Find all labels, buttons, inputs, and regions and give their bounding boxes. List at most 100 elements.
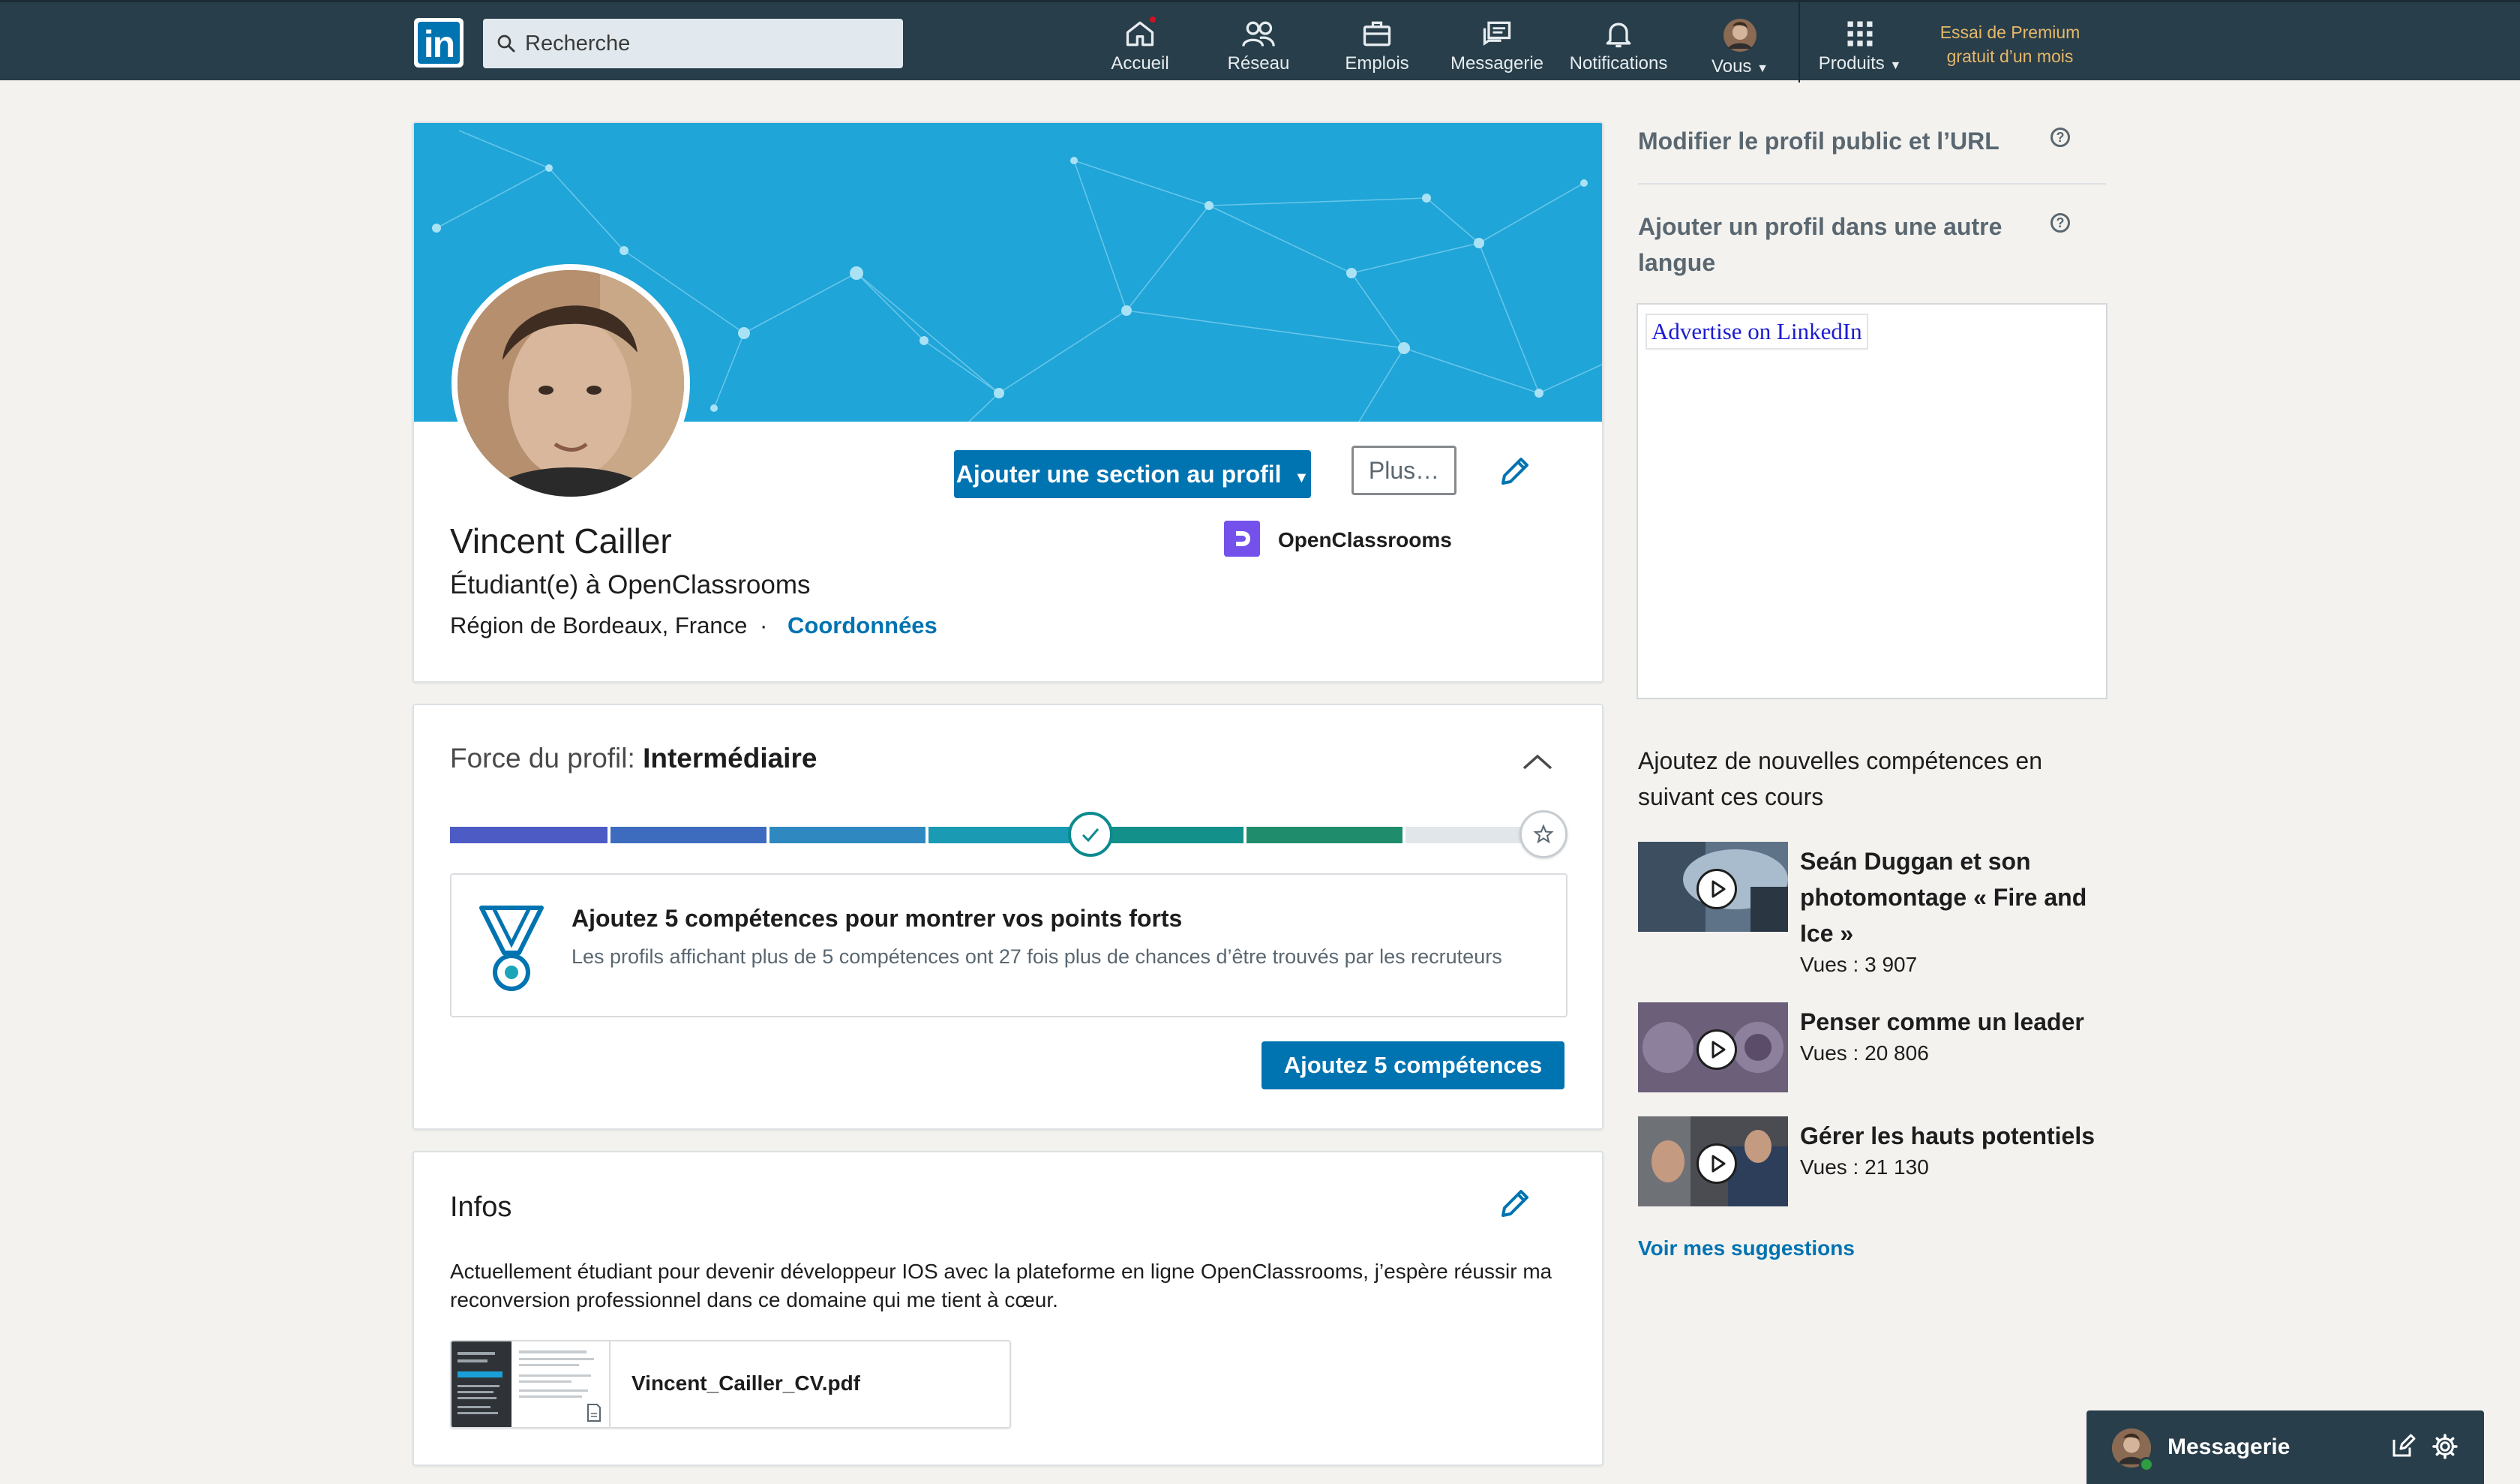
star-icon — [1533, 824, 1554, 844]
strength-tip: Ajoutez 5 compétences pour montrer vos p… — [450, 873, 1568, 1017]
course-title[interactable]: Gérer les hauts potentiels — [1800, 1118, 2095, 1154]
about-card: Infos Actuellement étudiant pour devenir… — [412, 1151, 1604, 1466]
course-thumbnail[interactable] — [1638, 842, 1788, 932]
profile-location: Région de Bordeaux, France · — [450, 612, 773, 639]
ad-slot: Advertise on LinkedIn — [1636, 303, 2108, 699]
cv-attachment[interactable]: Vincent_Cailler_CV.pdf — [450, 1340, 1011, 1428]
search-placeholder: Recherche — [525, 32, 631, 56]
help-icon[interactable]: ? — [2050, 213, 2070, 233]
openclassrooms-logo[interactable] — [1224, 521, 1260, 557]
messaging-label: Messagerie — [2168, 1434, 2290, 1459]
chevron-down-icon: ▼ — [1889, 59, 1902, 72]
profile-strength-card: Force du profil: Intermédiaire Ajoutez 5… — [412, 704, 1604, 1130]
contact-info-link[interactable]: Coordonnées — [788, 612, 938, 639]
profile-strength-title: Force du profil: Intermédiaire — [450, 743, 817, 774]
cv-thumbnail — [452, 1341, 610, 1427]
advertise-link[interactable]: Advertise on LinkedIn — [1646, 314, 1868, 350]
nav-item-me[interactable]: Vous ▼ — [1695, 13, 1785, 77]
top-navbar: in Recherche Accueil Réseau Emplois Mess… — [0, 0, 2520, 83]
edit-intro-pencil-icon[interactable] — [1497, 453, 1533, 489]
see-suggestions-link[interactable]: Voir mes suggestions — [1638, 1236, 1855, 1260]
profile-top-card: Ajouter une section au profil ▼ Plus… Vi… — [412, 122, 1604, 683]
network-icon — [1242, 21, 1275, 47]
more-button[interactable]: Plus… — [1352, 446, 1456, 495]
meter-segment — [610, 827, 766, 843]
briefcase-icon — [1363, 21, 1391, 47]
cv-preview-image — [452, 1341, 609, 1427]
courses-title: Ajoutez de nouvelles compétences en suiv… — [1638, 747, 2043, 810]
chevron-down-icon: ▼ — [1756, 62, 1768, 75]
nav-label-products: Produits ▼ — [1818, 53, 1902, 74]
profile-headline: Étudiant(e) à OpenClassrooms — [450, 570, 811, 599]
company-name[interactable]: OpenClassrooms — [1278, 528, 1452, 552]
messaging-icon — [1483, 21, 1511, 46]
profile-location-text: Région de Bordeaux, France — [450, 612, 748, 638]
nav-label-network: Réseau — [1227, 53, 1290, 74]
nav-label-messaging: Messagerie — [1450, 53, 1544, 74]
course-thumbnail[interactable] — [1638, 1116, 1788, 1206]
notification-dot — [1148, 14, 1158, 25]
settings-gear-icon[interactable] — [2432, 1433, 2458, 1460]
nav-separator — [1798, 2, 1800, 83]
course-title[interactable]: Penser comme un leader — [1800, 1004, 2084, 1040]
about-title: Infos — [450, 1191, 512, 1223]
online-status-dot — [2139, 1457, 2154, 1472]
grid-icon — [1847, 21, 1873, 47]
premium-line-2: gratuit d’un mois — [1946, 47, 2074, 66]
nav-item-home[interactable]: Accueil — [1095, 13, 1185, 77]
compose-icon[interactable] — [2390, 1433, 2416, 1460]
add-language-profile-link[interactable]: Ajouter un profil dans une autre langue — [1638, 209, 2043, 281]
nav-item-products[interactable]: Produits ▼ — [1808, 13, 1912, 77]
course-title[interactable]: Seán Duggan et son photomontage « Fire a… — [1800, 843, 2115, 951]
nav-label-me: Vous ▼ — [1712, 56, 1768, 77]
search-input[interactable]: Recherche — [483, 19, 903, 68]
nav-item-network[interactable]: Réseau — [1214, 13, 1304, 77]
course-thumbnail[interactable] — [1638, 1002, 1788, 1092]
search-icon — [497, 35, 515, 53]
strength-label: Force du profil: — [450, 743, 635, 774]
linkedin-logo[interactable]: in — [414, 18, 464, 68]
premium-line-1: Essai de Premium — [1940, 23, 2080, 42]
play-icon — [1696, 1143, 1737, 1184]
nav-label-jobs: Emplois — [1345, 53, 1409, 74]
openclassrooms-logo-mark — [1224, 521, 1260, 557]
linkedin-logo-text: in — [418, 22, 460, 65]
nav-label-home: Accueil — [1111, 53, 1169, 74]
meter-segment — [1246, 827, 1402, 843]
meter-goal-marker — [1520, 810, 1568, 858]
profile-photo — [458, 270, 684, 497]
cv-file-name: Vincent_Cailler_CV.pdf — [632, 1371, 861, 1395]
avatar-icon — [1724, 19, 1756, 52]
add-profile-section-button[interactable]: Ajouter une section au profil ▼ — [954, 450, 1311, 498]
bell-icon — [1606, 23, 1631, 48]
tip-title: Ajoutez 5 compétences pour montrer vos p… — [572, 905, 1183, 932]
course-views: Vues : 20 806 — [1800, 1041, 1929, 1065]
nav-label-notifications: Notifications — [1569, 53, 1668, 74]
add-profile-section-label: Ajouter une section au profil — [956, 460, 1282, 488]
messaging-dock[interactable]: Messagerie — [2086, 1410, 2484, 1484]
medal-icon — [479, 906, 544, 991]
course-views: Vues : 21 130 — [1800, 1155, 1929, 1179]
rail-divider — [1638, 183, 2106, 185]
strength-level: Intermédiaire — [643, 743, 818, 774]
profile-avatar[interactable] — [452, 264, 690, 503]
play-icon — [1696, 869, 1737, 909]
help-icon[interactable]: ? — [2050, 128, 2070, 147]
nav-item-notifications[interactable]: Notifications — [1563, 13, 1674, 77]
nav-item-jobs[interactable]: Emplois — [1332, 13, 1422, 77]
location-separator: · — [759, 612, 768, 638]
about-text: Actuellement étudiant pour devenir dével… — [450, 1260, 1552, 1311]
premium-trial-link[interactable]: Essai de Premium gratuit d’un mois — [1920, 20, 2100, 68]
edit-about-pencil-icon[interactable] — [1497, 1185, 1533, 1221]
nav-item-messaging[interactable]: Messagerie — [1444, 13, 1550, 77]
meter-segment — [928, 827, 1084, 843]
chevron-up-icon[interactable] — [1521, 752, 1554, 771]
profile-name: Vincent Cailler — [450, 521, 672, 560]
meter-current-marker — [1068, 812, 1113, 857]
add-skills-button[interactable]: Ajoutez 5 compétences — [1262, 1041, 1564, 1089]
edit-public-profile-link[interactable]: Modifier le profil public et l’URL — [1638, 123, 2000, 159]
tip-description: Les profils affichant plus de 5 compéten… — [572, 945, 1502, 968]
check-icon — [1082, 828, 1100, 843]
play-icon — [1696, 1029, 1737, 1070]
meter-segment — [770, 827, 926, 843]
